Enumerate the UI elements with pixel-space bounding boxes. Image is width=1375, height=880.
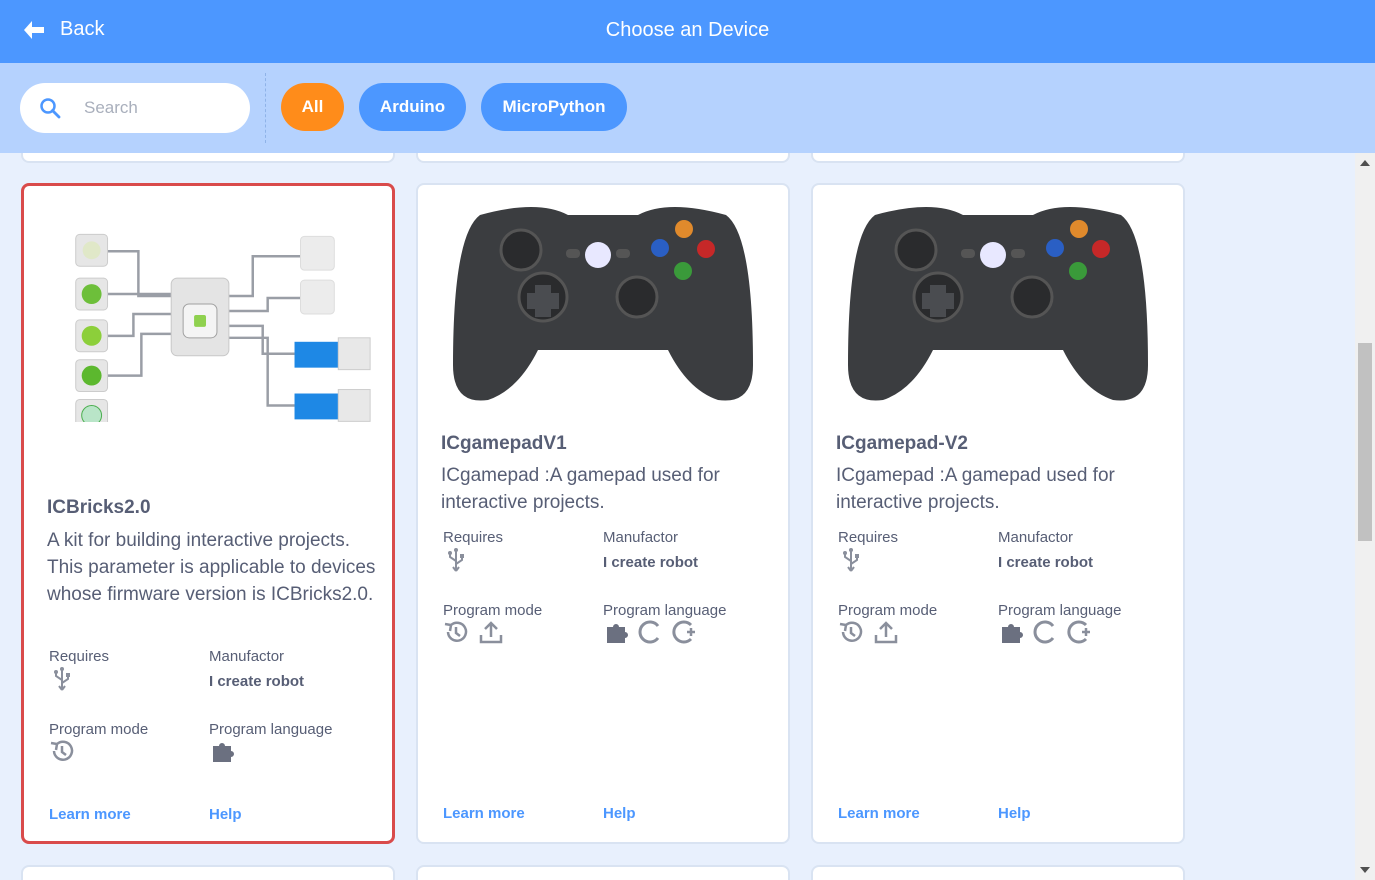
tab-micropython[interactable]: MicroPython <box>481 83 627 131</box>
device-card-partial[interactable] <box>21 153 395 163</box>
device-description: ICgamepad :A gamepad used for interactiv… <box>836 465 1115 513</box>
scroll-up-arrow-icon[interactable] <box>1355 153 1375 173</box>
search-box[interactable] <box>20 83 250 133</box>
device-description: A kit for building interactive projects.… <box>47 530 376 605</box>
program-language-label: Program language <box>603 602 727 619</box>
device-card-partial[interactable] <box>416 865 790 880</box>
cpp-icon <box>672 620 695 644</box>
learn-more-link[interactable]: Learn more <box>443 805 525 822</box>
realtime-icon <box>50 740 74 761</box>
actuator-modules <box>294 235 371 422</box>
program-mode-label: Program mode <box>838 602 938 619</box>
program-mode-label: Program mode <box>49 721 149 738</box>
c-icon <box>1033 620 1055 644</box>
manufactor-value: I create robot <box>603 554 699 571</box>
device-card-icgamepadv1[interactable]: ICgamepadV1 ICgamepad :A gamepad used fo… <box>416 183 790 844</box>
sensor-modules <box>75 233 109 422</box>
manufactor-label: Manufactor <box>998 529 1074 546</box>
icbricks-image <box>75 233 371 422</box>
device-card-partial[interactable] <box>811 153 1185 163</box>
device-card-partial[interactable] <box>21 865 395 880</box>
filter-divider <box>265 73 266 143</box>
page-title: Choose an Device <box>605 19 770 41</box>
scroll-down-arrow-icon[interactable] <box>1355 860 1375 880</box>
realtime-icon <box>839 621 863 642</box>
device-card-icbricks[interactable]: ICBricks2.0 A kit for building interacti… <box>21 183 395 844</box>
device-card-partial[interactable] <box>416 153 790 163</box>
upload-icon <box>479 621 503 644</box>
gamepad-image <box>848 207 1148 401</box>
device-list: ICBricks2.0 A kit for building interacti… <box>0 153 1355 880</box>
device-card-icgamepad-v2[interactable]: ICgamepad-V2 ICgamepad :A gamepad used f… <box>811 183 1185 844</box>
usb-icon <box>843 548 859 572</box>
manufactor-label: Manufactor <box>209 648 285 665</box>
manufactor-label: Manufactor <box>603 529 679 546</box>
scrollbar[interactable] <box>1355 153 1375 880</box>
scrollbar-thumb[interactable] <box>1358 343 1372 541</box>
search-input[interactable] <box>84 96 234 120</box>
requires-label: Requires <box>838 529 899 546</box>
search-icon <box>40 98 61 119</box>
device-meta: Requires Manufactor I create robot Progr… <box>49 648 379 818</box>
blocks-icon <box>1002 624 1023 643</box>
program-language-label: Program language <box>998 602 1122 619</box>
help-link[interactable]: Help <box>209 806 242 823</box>
usb-icon <box>448 548 464 572</box>
filter-bar: All Arduino MicroPython <box>0 63 1375 153</box>
learn-more-link[interactable]: Learn more <box>49 806 131 823</box>
device-name: ICgamepadV1 <box>441 433 567 454</box>
program-mode-label: Program mode <box>443 602 543 619</box>
device-name: ICBricks2.0 <box>47 497 151 518</box>
requires-label: Requires <box>49 648 110 665</box>
help-link[interactable]: Help <box>998 805 1031 822</box>
blocks-icon <box>607 624 628 643</box>
help-link[interactable]: Help <box>603 805 636 822</box>
device-meta: Requires Manufactor I create robot Progr… <box>443 529 773 699</box>
usb-icon <box>54 667 70 691</box>
c-icon <box>638 620 660 644</box>
blocks-icon <box>213 743 234 762</box>
tab-all[interactable]: All <box>281 83 344 131</box>
manufactor-value: I create robot <box>209 673 305 690</box>
controller-brick <box>170 277 230 357</box>
program-language-label: Program language <box>209 721 333 738</box>
device-card-partial[interactable] <box>811 865 1185 880</box>
realtime-icon <box>444 621 468 642</box>
device-name: ICgamepad-V2 <box>836 433 968 454</box>
tab-arduino[interactable]: Arduino <box>359 83 466 131</box>
upload-icon <box>874 621 898 644</box>
gamepad-image <box>453 207 753 401</box>
cpp-icon <box>1067 620 1090 644</box>
learn-more-link[interactable]: Learn more <box>838 805 920 822</box>
manufactor-value: I create robot <box>998 554 1094 571</box>
device-description: ICgamepad :A gamepad used for interactiv… <box>441 465 720 513</box>
requires-label: Requires <box>443 529 504 546</box>
device-meta: Requires Manufactor I create robot Progr… <box>838 529 1168 699</box>
header-bar: Back Choose an Device <box>0 0 1375 63</box>
